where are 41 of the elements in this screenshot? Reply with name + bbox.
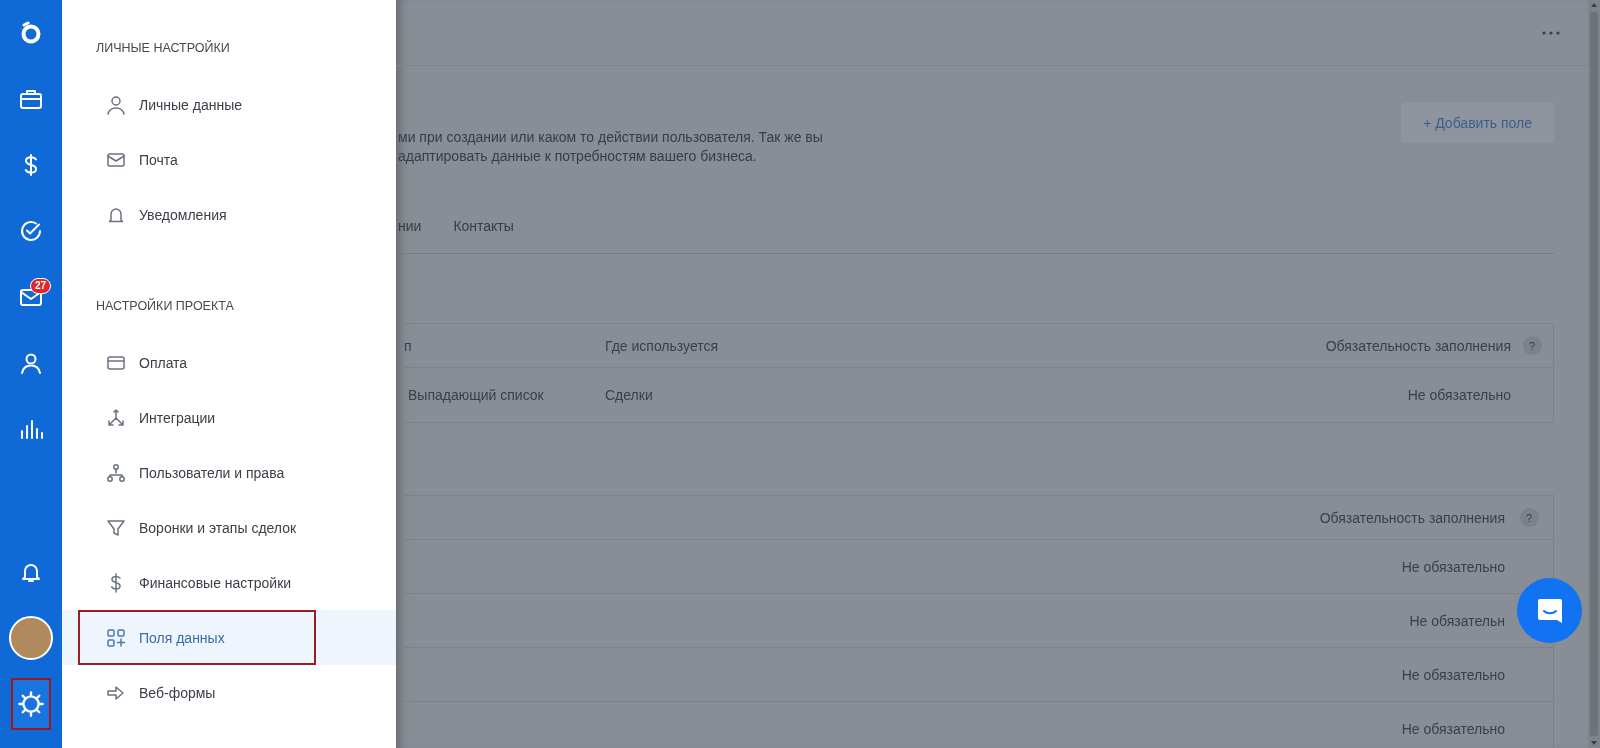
hierarchy-icon [106, 462, 126, 483]
column-header: п [404, 337, 412, 354]
page-description: ми при создании или каком то действии пользователя. Так же вы адаптировать данные к потребностям вашего бизнеса. [398, 128, 823, 166]
menu-item[interactable]: Интеграции [78, 390, 316, 445]
table-cell: Выпадающий список [408, 387, 544, 403]
up-arrow-icon [1590, 2, 1598, 8]
column-header: Обязательность заполнения [1319, 509, 1505, 526]
funnel-icon [106, 517, 126, 538]
table-cell: Не обязательно [1401, 720, 1505, 737]
unread-badge: 27 [30, 278, 52, 294]
person-icon [106, 94, 126, 115]
column-header: Обязательность заполнения [1325, 337, 1511, 354]
section-heading: НАСТРОЙКИ ПРОЕКТА [95, 297, 234, 315]
menu-item[interactable]: Поля данных [78, 610, 316, 665]
settings-icon[interactable] [11, 678, 51, 730]
menu-item[interactable]: Пользователи и права [78, 445, 316, 500]
scrollbar[interactable] [1588, 0, 1600, 748]
bar-chart-icon[interactable] [19, 417, 43, 441]
column-header: Где используется [605, 337, 719, 354]
menu-item[interactable]: Уведомления [78, 187, 316, 242]
menu-item[interactable]: Финансовые настройки [78, 555, 316, 610]
menu-item[interactable]: Воронки и этапы сделок [78, 500, 316, 555]
table-cell: Сделки [605, 387, 653, 403]
menu-item[interactable]: Почта [78, 132, 316, 187]
more-icon[interactable] [1541, 29, 1561, 36]
person-icon[interactable] [19, 351, 43, 375]
table-cell: Не обязательно [1401, 558, 1505, 575]
menu-item[interactable]: Оплата [78, 335, 316, 390]
section-heading: ЛИЧНЫЕ НАСТРОЙКИ [95, 39, 230, 57]
down-arrow-icon [1590, 740, 1598, 746]
menu-item[interactable]: Веб-формы [78, 665, 316, 720]
split-arrows-icon [106, 407, 126, 428]
briefcase-icon[interactable] [19, 87, 43, 111]
check-circle-icon[interactable] [19, 219, 43, 243]
avatar[interactable] [9, 616, 53, 660]
table-cell: Не обязательно [1407, 387, 1511, 403]
grid-plus-icon [106, 627, 126, 648]
table-cell: Не обязательно [1401, 666, 1505, 683]
menu-item[interactable]: Личные данные [78, 77, 316, 132]
logo-icon [19, 21, 43, 45]
table-cell: Не обязательн [1409, 612, 1505, 629]
